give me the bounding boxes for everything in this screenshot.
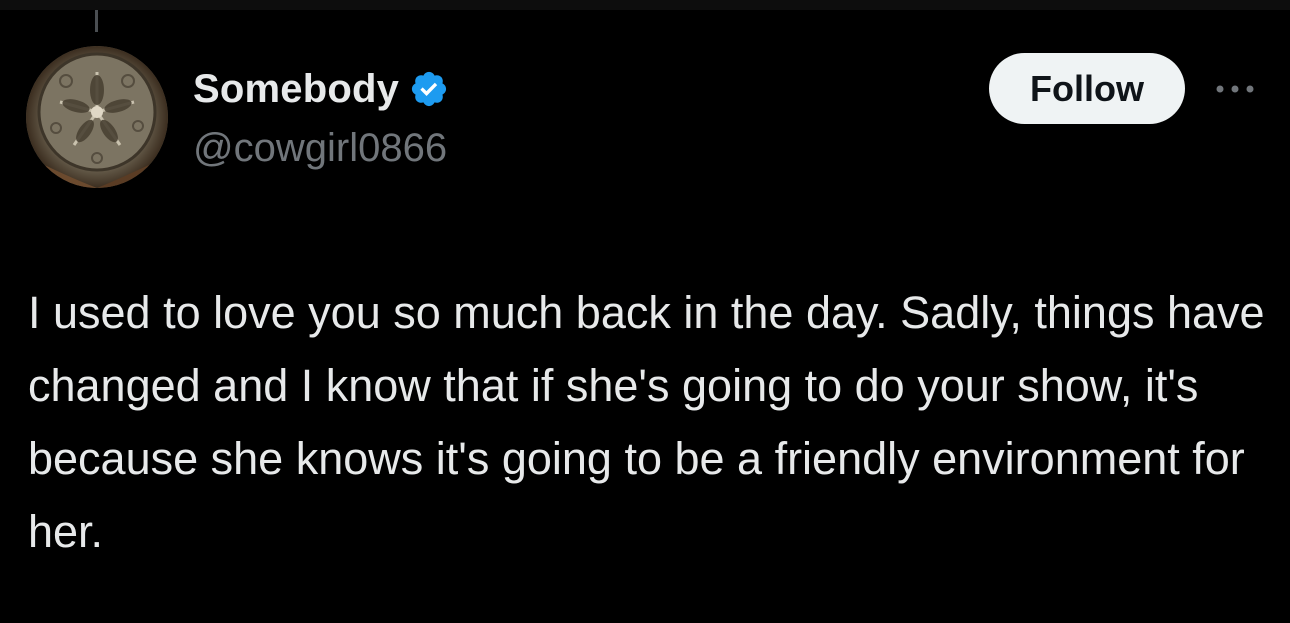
- ellipsis-icon: [1216, 85, 1254, 93]
- verified-badge-icon[interactable]: [409, 69, 449, 109]
- avatar[interactable]: [26, 46, 168, 188]
- more-options-button[interactable]: [1210, 72, 1260, 106]
- author-name-row: Somebody: [193, 66, 449, 112]
- thread-connector-line: [95, 10, 98, 32]
- follow-button[interactable]: Follow: [989, 53, 1185, 124]
- top-divider: [0, 0, 1290, 10]
- tweet-text: I used to love you so much back in the d…: [28, 287, 1278, 557]
- sand-dollar-icon: [26, 46, 168, 188]
- author-handle[interactable]: @cowgirl0866: [193, 126, 447, 171]
- author-display-name[interactable]: Somebody: [193, 67, 399, 112]
